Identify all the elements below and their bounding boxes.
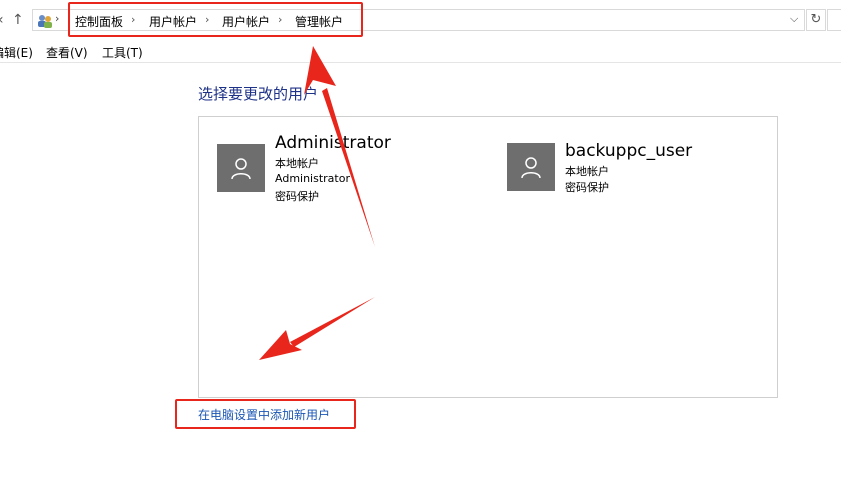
annotation-arrows (259, 46, 375, 360)
red-arrow-down-left (259, 297, 375, 360)
red-arrow-up (304, 46, 375, 247)
